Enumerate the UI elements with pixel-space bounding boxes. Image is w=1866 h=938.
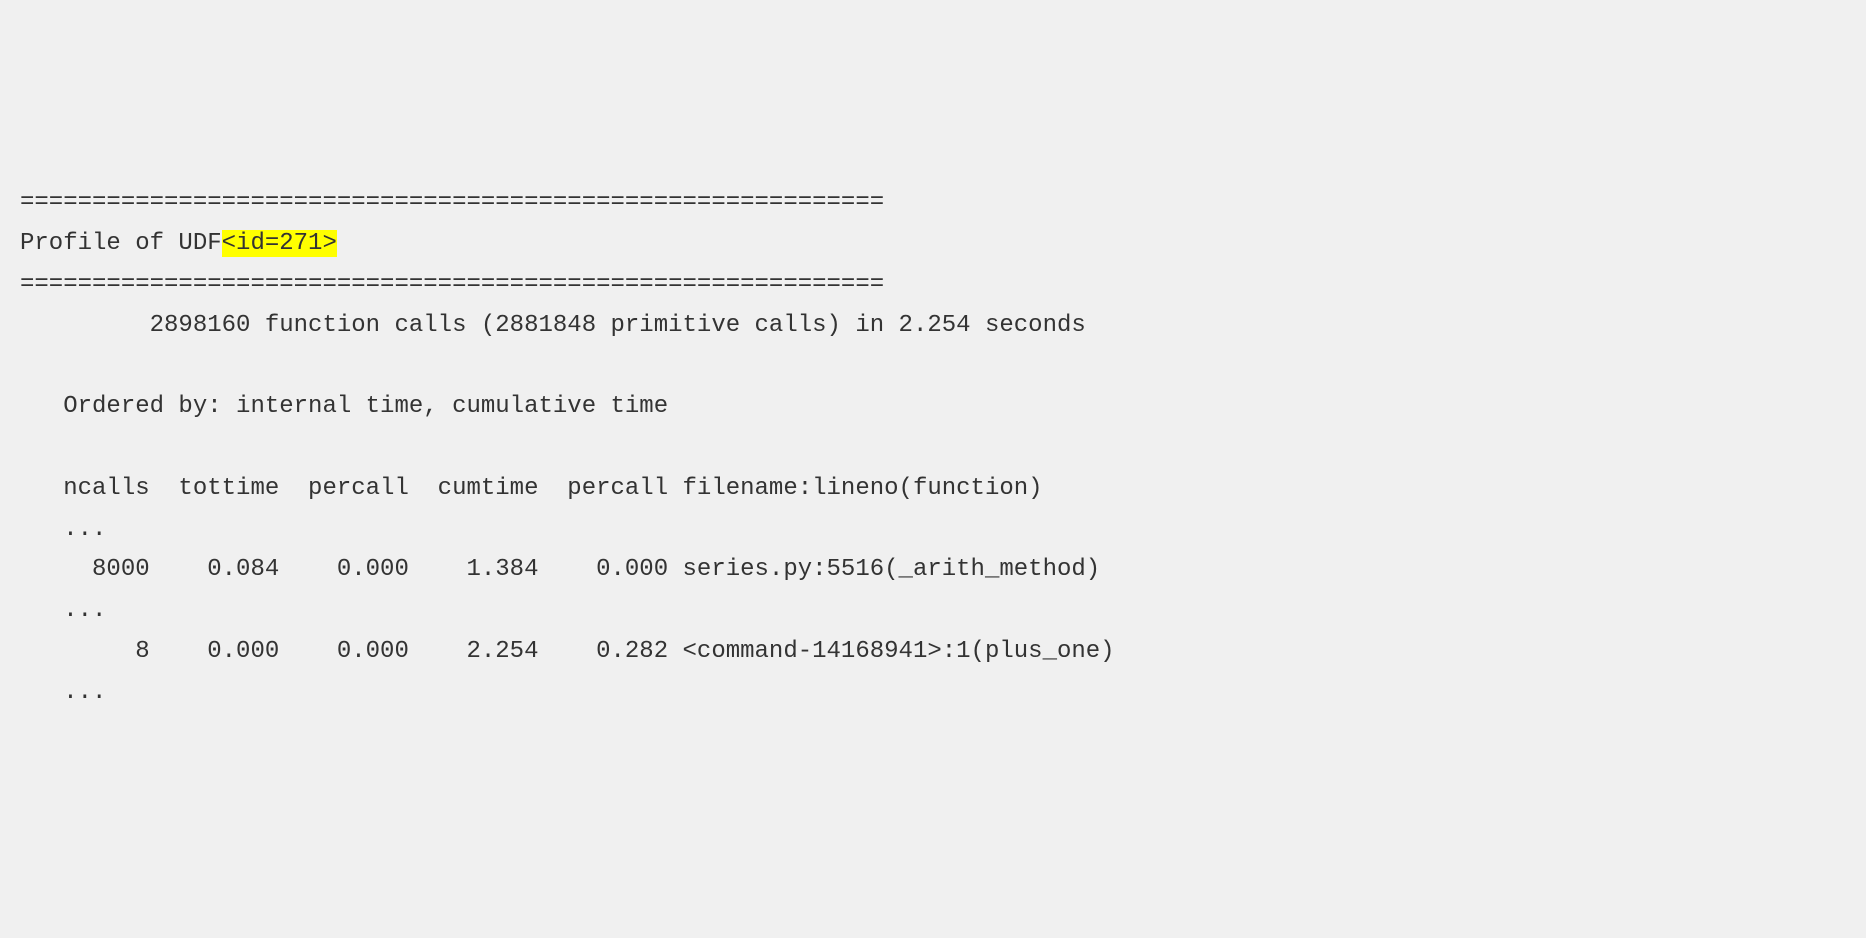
profile-summary: 2898160 function calls (2881848 primitiv…	[20, 312, 1086, 339]
ordered-by: Ordered by: internal time, cumulative ti…	[20, 393, 668, 420]
ellipsis: ...	[20, 597, 106, 624]
profile-title-prefix: Profile of UDF	[20, 230, 222, 257]
table-row: 8000 0.084 0.000 1.384 0.000 series.py:5…	[20, 556, 1100, 583]
ellipsis: ...	[20, 679, 106, 706]
separator-bottom: ========================================…	[20, 271, 884, 298]
ellipsis: ...	[20, 516, 106, 543]
profile-title-id: <id=271>	[222, 230, 337, 257]
table-header: ncalls tottime percall cumtime percall f…	[20, 475, 1043, 502]
table-row: 8 0.000 0.000 2.254 0.282 <command-14168…	[20, 638, 1115, 665]
separator-top: ========================================…	[20, 189, 884, 216]
profile-output-block: ========================================…	[20, 183, 1846, 713]
